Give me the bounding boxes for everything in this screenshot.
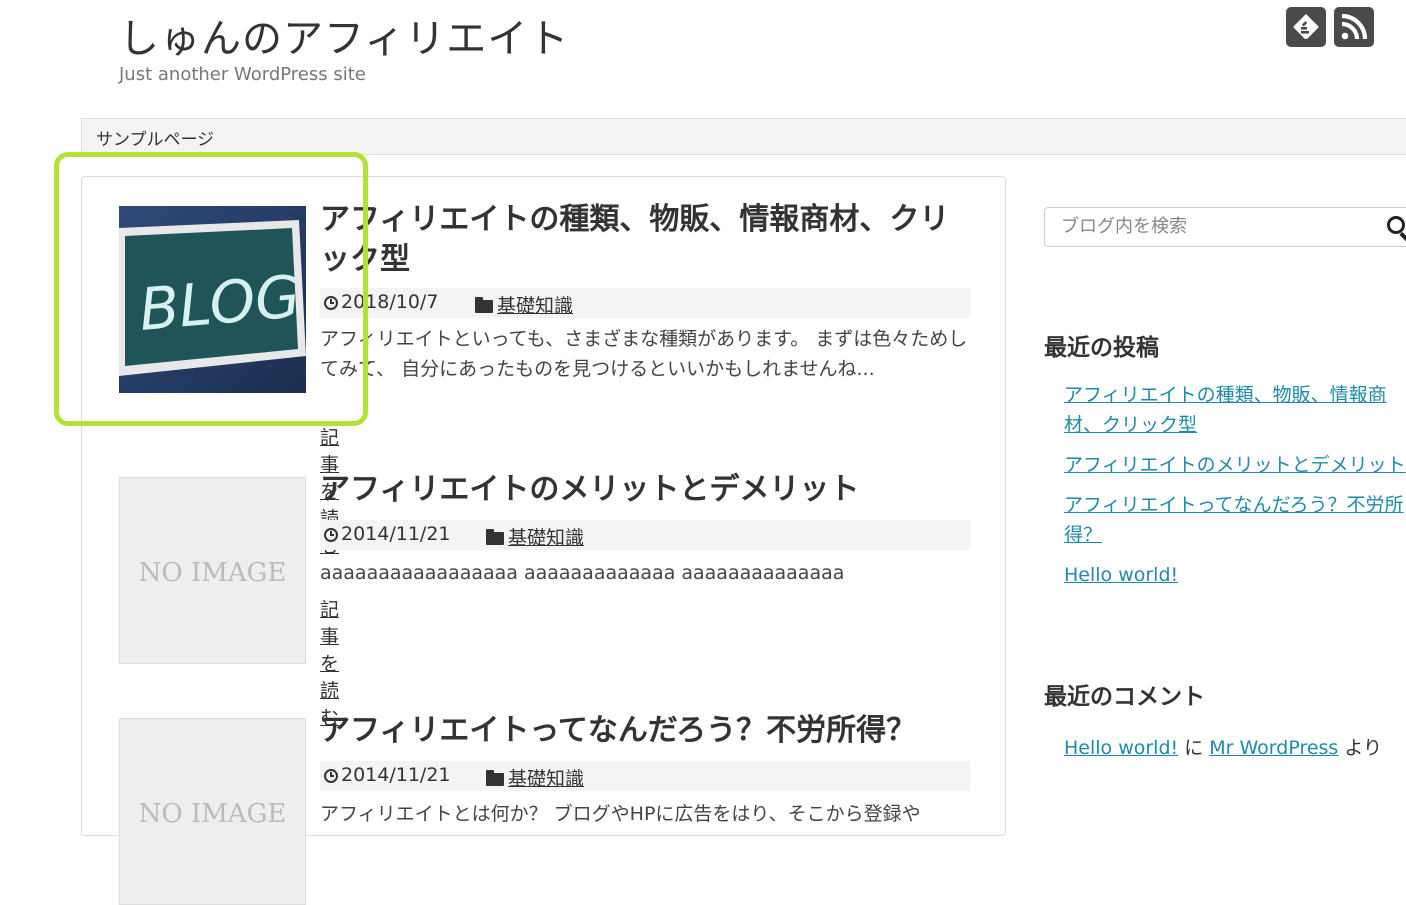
list-item: アフィリエイトの種類、物販、情報商材、クリック型 <box>1064 380 1406 440</box>
folder-icon <box>486 770 504 786</box>
post-title[interactable]: アフィリエイトってなんだろう？不労所得？ <box>320 711 960 751</box>
post-meta: 2014/11/21 基礎知識 <box>320 761 970 791</box>
recent-comments-heading: 最近のコメント <box>1044 684 1205 710</box>
read-more-link[interactable]: 記事を読む <box>320 595 339 730</box>
clock-icon <box>324 528 338 542</box>
recent-comment: Hello world! に Mr WordPress より <box>1064 733 1382 760</box>
post-title[interactable]: アフィリエイトの種類、物販、情報商材、クリック型 <box>320 200 960 280</box>
clock-icon <box>324 769 338 783</box>
post-category[interactable]: 基礎知識 <box>497 295 573 317</box>
search-input[interactable] <box>1059 215 1383 238</box>
recent-posts-list: アフィリエイトの種類、物販、情報商材、クリック型 アフィリエイトのメリットとデメ… <box>1064 380 1406 600</box>
recent-posts-heading: 最近の投稿 <box>1044 335 1159 361</box>
post-meta: 2014/11/21 基礎知識 <box>320 520 970 550</box>
sidebar-search <box>1044 207 1406 247</box>
feedly-icon[interactable] <box>1286 7 1326 47</box>
comment-suffix-text: より <box>1344 737 1383 759</box>
post-category[interactable]: 基礎知識 <box>508 527 584 549</box>
post-category[interactable]: 基礎知識 <box>508 768 584 790</box>
nav-item-sample-page[interactable]: サンプルページ <box>96 125 214 150</box>
thumbnail-highlight-frame <box>54 152 368 426</box>
rss-icon[interactable] <box>1334 7 1374 47</box>
list-item: アフィリエイトってなんだろう？不労所得？ <box>1064 490 1406 550</box>
recent-post-link[interactable]: アフィリエイトのメリットとデメリット <box>1064 454 1406 476</box>
site-title[interactable]: しゅんのアフィリエイト <box>119 6 569 64</box>
recent-post-link[interactable]: Hello world! <box>1064 564 1178 586</box>
folder-icon <box>475 297 493 313</box>
comment-on-text: に <box>1184 737 1204 759</box>
post-date: 2014/11/21 <box>341 523 451 545</box>
post-excerpt: aaaaaaaaaaaaaaaaa aaaaaaaaaaaaa aaaaaaaa… <box>320 562 845 584</box>
post-date: 2014/11/21 <box>341 764 451 786</box>
no-image-placeholder: NO IMAGE <box>138 558 287 588</box>
post-excerpt: アフィリエイトといっても、さまざまな種類があります。 まずは色々ためしてみて、 … <box>320 328 968 380</box>
post-meta: 2018/10/7 基礎知識 <box>320 288 970 318</box>
list-item: Hello world! <box>1064 560 1406 590</box>
post-title[interactable]: アフィリエイトのメリットとデメリット <box>320 470 960 510</box>
global-nav: サンプルページ <box>81 118 1406 155</box>
post-thumbnail[interactable]: NO IMAGE <box>119 477 306 664</box>
no-image-placeholder: NO IMAGE <box>138 799 287 829</box>
recent-post-link[interactable]: アフィリエイトってなんだろう？不労所得？ <box>1064 494 1404 546</box>
site-tagline: Just another WordPress site <box>119 64 366 85</box>
search-icon[interactable] <box>1387 216 1405 234</box>
folder-icon <box>486 529 504 545</box>
post-excerpt: アフィリエイトとは何か？ ブログやHPに広告をはり、そこから登録や <box>320 803 921 825</box>
comment-author-link[interactable]: Mr WordPress <box>1209 737 1338 759</box>
list-item: アフィリエイトのメリットとデメリット <box>1064 450 1406 480</box>
comment-post-link[interactable]: Hello world! <box>1064 737 1178 759</box>
recent-post-link[interactable]: アフィリエイトの種類、物販、情報商材、クリック型 <box>1064 384 1387 436</box>
